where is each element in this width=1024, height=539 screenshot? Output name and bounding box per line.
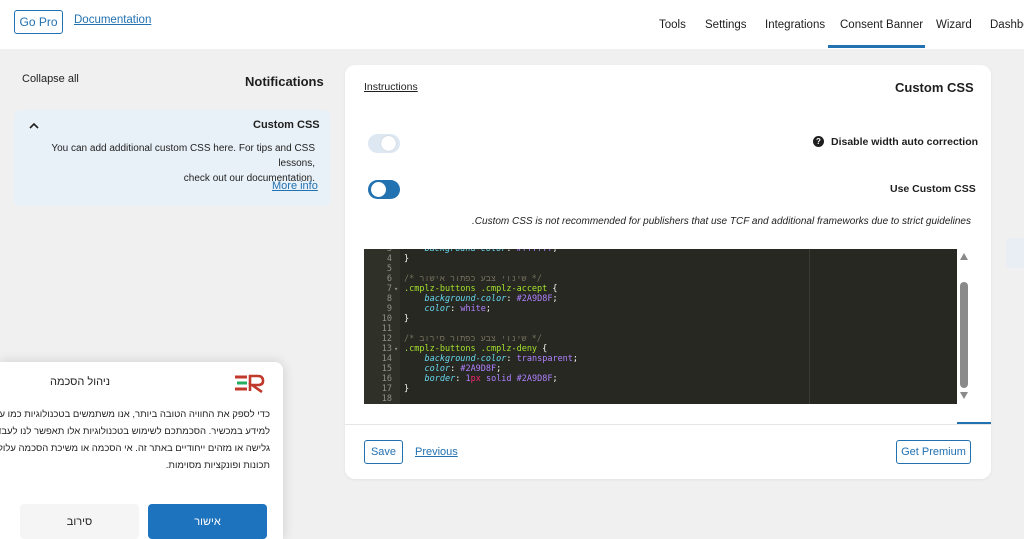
code-text: /* שינוי צבע כפתור סירוב */: [404, 334, 542, 344]
brand-logo-icon: [235, 374, 265, 393]
line-number: 11: [381, 324, 392, 334]
code-text: .cmplz-buttons .cmplz-deny {: [404, 344, 548, 354]
code-text: border: 1px solid #2A9D8F;: [424, 374, 558, 384]
nav-settings[interactable]: Settings: [705, 0, 747, 49]
line-number: 5: [386, 264, 392, 274]
nav-dashboard[interactable]: Dashbo: [990, 0, 1024, 49]
css-code-editor[interactable]: 3 background-color: #ffffff; 4} 5 6/* שינוי…: [364, 249, 970, 404]
editor-print-margin: [809, 249, 810, 404]
line-number: 4: [386, 254, 392, 264]
scrollbar-thumb[interactable]: [960, 282, 968, 388]
disable-width-toggle[interactable]: [368, 134, 400, 153]
fold-arrow-icon[interactable]: ▾: [394, 344, 398, 354]
code-line[interactable]: 8 background-color: #2A9D8F;: [364, 294, 804, 304]
line-number: 18: [381, 394, 392, 404]
scroll-up-arrow-icon[interactable]: [960, 253, 968, 260]
nav-consent-banner[interactable]: Consent Banner: [840, 0, 923, 49]
code-text: .cmplz-buttons .cmplz-accept {: [404, 284, 558, 294]
line-number: 8: [386, 294, 392, 304]
code-text: color: white;: [424, 304, 492, 314]
code-line[interactable]: 13 ▾ .cmplz-buttons .cmplz-deny {: [364, 344, 804, 354]
tcf-warning-text: Custom CSS is not recommended for publis…: [472, 216, 971, 227]
chevron-up-icon[interactable]: [28, 121, 40, 131]
scroll-down-arrow-icon[interactable]: [960, 392, 968, 399]
code-text: background-color: #2A9D8F;: [424, 294, 558, 304]
code-line[interactable]: 9 color: white;: [364, 304, 804, 314]
get-premium-button[interactable]: Get Premium: [896, 440, 971, 464]
code-text: }: [404, 314, 410, 324]
line-number: 13: [381, 344, 392, 354]
toggle-knob: [381, 136, 396, 151]
code-line[interactable]: 17}: [364, 384, 804, 394]
code-line[interactable]: 7 ▾ .cmplz-buttons .cmplz-accept {: [364, 284, 804, 294]
accept-button[interactable]: אישור: [148, 504, 267, 539]
code-line[interactable]: 6 /* שינוי צבע כפתור אישור */: [364, 274, 804, 284]
card-divider: [345, 424, 991, 425]
banner-text: כדי לספק את החוויה הטובה ביותר, אנו משתמ…: [0, 409, 270, 471]
banner-title: ניהול הסכמה: [49, 376, 110, 388]
line-number: 16: [381, 374, 392, 384]
code-line[interactable]: 18: [364, 394, 804, 404]
go-pro-button[interactable]: Go Pro: [14, 10, 63, 34]
code-line[interactable]: 12 /* שינוי צבע כפתור סירוב */: [364, 334, 804, 344]
code-line[interactable]: 14 background-color: transparent;: [364, 354, 804, 364]
code-line[interactable]: 5: [364, 264, 804, 274]
line-number: 6: [386, 274, 392, 284]
save-button[interactable]: Save: [364, 440, 403, 464]
code-text: color: #2A9D8F;: [424, 364, 502, 374]
nav-tools[interactable]: Tools: [659, 0, 686, 49]
use-custom-css-label: Use Custom CSS: [890, 183, 976, 195]
code-text: }: [404, 254, 410, 264]
line-number: 17: [381, 384, 392, 394]
instructions-link[interactable]: Instructions: [364, 81, 418, 93]
code-text: background-color: transparent;: [424, 354, 579, 364]
code-line[interactable]: 10}: [364, 314, 804, 324]
previous-link[interactable]: Previous: [415, 446, 458, 458]
line-number: 12: [381, 334, 392, 344]
line-number: 7: [386, 284, 392, 294]
toggle-knob: [371, 182, 386, 197]
code-line[interactable]: 16 border: 1px solid #2A9D8F;: [364, 374, 804, 384]
code-line[interactable]: 11: [364, 324, 804, 334]
notifications-title: Notifications: [245, 74, 324, 89]
collapse-all-link[interactable]: Collapse all: [22, 73, 79, 85]
card-title: Custom CSS: [895, 80, 974, 95]
disable-width-label: Disable width auto correction: [831, 136, 979, 148]
help-question-icon[interactable]: ?: [813, 136, 824, 147]
deny-button[interactable]: סירוב: [20, 504, 139, 539]
code-line[interactable]: 15 color: #2A9D8F;: [364, 364, 804, 374]
documentation-link[interactable]: Documentation: [74, 14, 151, 26]
nav-wizard[interactable]: Wizard: [936, 0, 972, 49]
code-text: }: [404, 384, 410, 394]
code-text: /* שינוי צבע כפתור אישור */: [404, 274, 542, 284]
line-number: 14: [381, 354, 392, 364]
fold-arrow-icon[interactable]: ▾: [394, 284, 398, 294]
line-number: 9: [386, 304, 392, 314]
use-custom-css-toggle[interactable]: [368, 180, 400, 199]
line-number: 10: [381, 314, 392, 324]
active-tab-indicator: [828, 45, 925, 48]
help-title: Custom CSS: [253, 119, 320, 131]
line-number: 15: [381, 364, 392, 374]
nav-integrations[interactable]: Integrations: [765, 0, 825, 49]
code-line[interactable]: 4}: [364, 254, 804, 264]
side-panel-tab[interactable]: [1006, 238, 1024, 268]
more-info-link[interactable]: More info: [272, 180, 318, 192]
